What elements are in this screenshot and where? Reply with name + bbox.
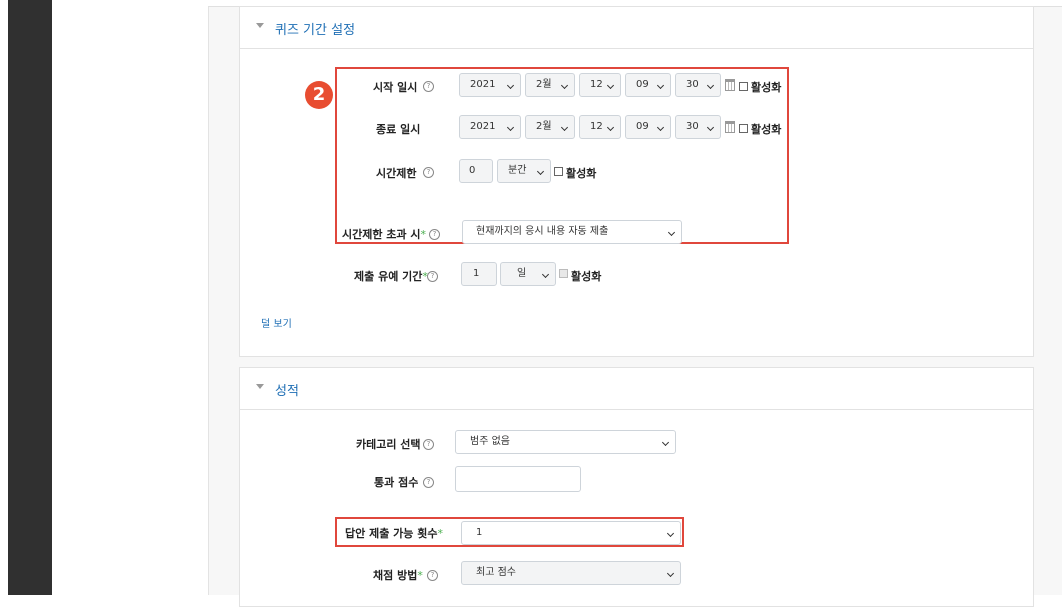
help-icon[interactable]: ? [427, 271, 438, 282]
calendar-icon[interactable] [725, 79, 735, 91]
quiz-period-header[interactable]: 퀴즈 기간 설정 [240, 7, 1033, 49]
close-hour-select[interactable]: 09 [625, 115, 671, 139]
chevron-down-icon [667, 228, 676, 237]
chevron-down-icon [656, 123, 665, 132]
grade-header[interactable]: 성적 [240, 368, 1033, 410]
chevron-down-icon [661, 438, 670, 447]
chevron-down-icon [606, 123, 615, 132]
attempts-select[interactable]: 1 [461, 521, 681, 545]
help-icon[interactable]: ? [423, 477, 434, 488]
grace-period-label: 제출 유예 기간* [354, 268, 428, 284]
chevron-down-icon [506, 123, 515, 132]
attempts-label-text: 답안 제출 가능 횟수 [345, 527, 438, 540]
grade-method-select[interactable]: 최고 점수 [461, 561, 681, 585]
open-hour-value: 09 [636, 79, 649, 90]
grace-period-unit-select[interactable]: 일 [500, 262, 556, 286]
close-year-value: 2021 [470, 121, 496, 132]
collapse-caret-icon[interactable] [256, 23, 264, 28]
chevron-down-icon [666, 529, 675, 538]
calendar-icon[interactable] [725, 121, 735, 133]
chevron-down-icon [536, 167, 545, 176]
open-month-value: 2월 [536, 79, 552, 90]
chevron-down-icon [706, 123, 715, 132]
grace-period-input[interactable]: 1 [461, 262, 497, 286]
close-enable-checkbox[interactable] [739, 124, 748, 133]
time-limit-enable-checkbox[interactable] [554, 167, 563, 176]
grace-period-enable-label[interactable]: 활성화 [571, 268, 601, 284]
chevron-down-icon [541, 270, 550, 279]
time-limit-unit-value: 분간 [508, 165, 527, 176]
chevron-down-icon [506, 81, 515, 90]
overdue-value: 현재까지의 응시 내용 자동 제출 [476, 226, 609, 237]
close-month-select[interactable]: 2월 [525, 115, 575, 139]
open-day-select[interactable]: 12 [579, 73, 621, 97]
open-date-label: 시작 일시 [373, 81, 418, 94]
help-icon[interactable]: ? [427, 570, 438, 581]
open-year-select[interactable]: 2021 [459, 73, 521, 97]
overdue-label: 시간제한 초과 시* [342, 226, 426, 242]
help-icon[interactable]: ? [423, 167, 434, 178]
open-minute-select[interactable]: 30 [675, 73, 721, 97]
close-day-select[interactable]: 12 [579, 115, 621, 139]
left-margin [0, 0, 8, 595]
close-enable-label[interactable]: 활성화 [751, 121, 781, 137]
chevron-down-icon [706, 81, 715, 90]
open-year-value: 2021 [470, 79, 496, 90]
required-mark: * [420, 228, 427, 241]
grade-category-value: 범주 없음 [470, 436, 510, 447]
help-icon[interactable]: ? [423, 81, 434, 92]
step-badge: 2 [305, 81, 333, 109]
help-icon[interactable]: ? [423, 439, 434, 450]
close-minute-select[interactable]: 30 [675, 115, 721, 139]
close-minute-value: 30 [686, 121, 699, 132]
time-limit-unit-select[interactable]: 분간 [497, 159, 551, 183]
quiz-period-title[interactable]: 퀴즈 기간 설정 [275, 19, 355, 38]
close-month-value: 2월 [536, 121, 552, 132]
chevron-down-icon [560, 81, 569, 90]
overdue-label-text: 시간제한 초과 시 [342, 228, 421, 241]
attempts-label: 답안 제출 가능 횟수* [345, 525, 443, 541]
time-limit-label: 시간제한 [376, 167, 417, 180]
chevron-down-icon [666, 569, 675, 578]
grace-period-unit-value: 일 [517, 268, 527, 279]
required-mark: * [437, 527, 443, 540]
grade-category-label: 카테고리 선택 [356, 438, 421, 451]
grade-method-label: 채점 방법* [373, 567, 423, 583]
navigation-drawer [8, 0, 52, 595]
grace-period-enable-checkbox[interactable] [559, 269, 568, 278]
grade-method-value: 최고 점수 [476, 567, 516, 578]
open-month-select[interactable]: 2월 [525, 73, 575, 97]
time-limit-input[interactable]: 0 [459, 159, 493, 183]
chevron-down-icon [606, 81, 615, 90]
pass-grade-label: 통과 점수 [374, 476, 419, 489]
open-hour-select[interactable]: 09 [625, 73, 671, 97]
open-enable-checkbox[interactable] [739, 82, 748, 91]
overdue-select[interactable]: 현재까지의 응시 내용 자동 제출 [462, 220, 682, 244]
open-day-value: 12 [590, 79, 603, 90]
grade-method-label-text: 채점 방법 [373, 569, 418, 582]
required-mark: * [417, 569, 423, 582]
close-date-label: 종료 일시 [376, 123, 421, 136]
pass-grade-input[interactable] [455, 466, 581, 492]
open-enable-label[interactable]: 활성화 [751, 79, 781, 95]
help-icon[interactable]: ? [429, 229, 440, 240]
attempts-value: 1 [476, 527, 483, 538]
close-day-value: 12 [590, 121, 603, 132]
time-limit-enable-label[interactable]: 활성화 [566, 165, 596, 181]
open-minute-value: 30 [686, 79, 699, 90]
show-less-link[interactable]: 덜 보기 [261, 315, 292, 330]
chevron-down-icon [560, 123, 569, 132]
close-hour-value: 09 [636, 121, 649, 132]
grade-category-select[interactable]: 범주 없음 [455, 430, 676, 454]
grade-title[interactable]: 성적 [275, 380, 299, 399]
collapse-caret-icon[interactable] [256, 384, 264, 389]
grace-period-label-text: 제출 유예 기간 [354, 270, 423, 283]
close-year-select[interactable]: 2021 [459, 115, 521, 139]
chevron-down-icon [656, 81, 665, 90]
